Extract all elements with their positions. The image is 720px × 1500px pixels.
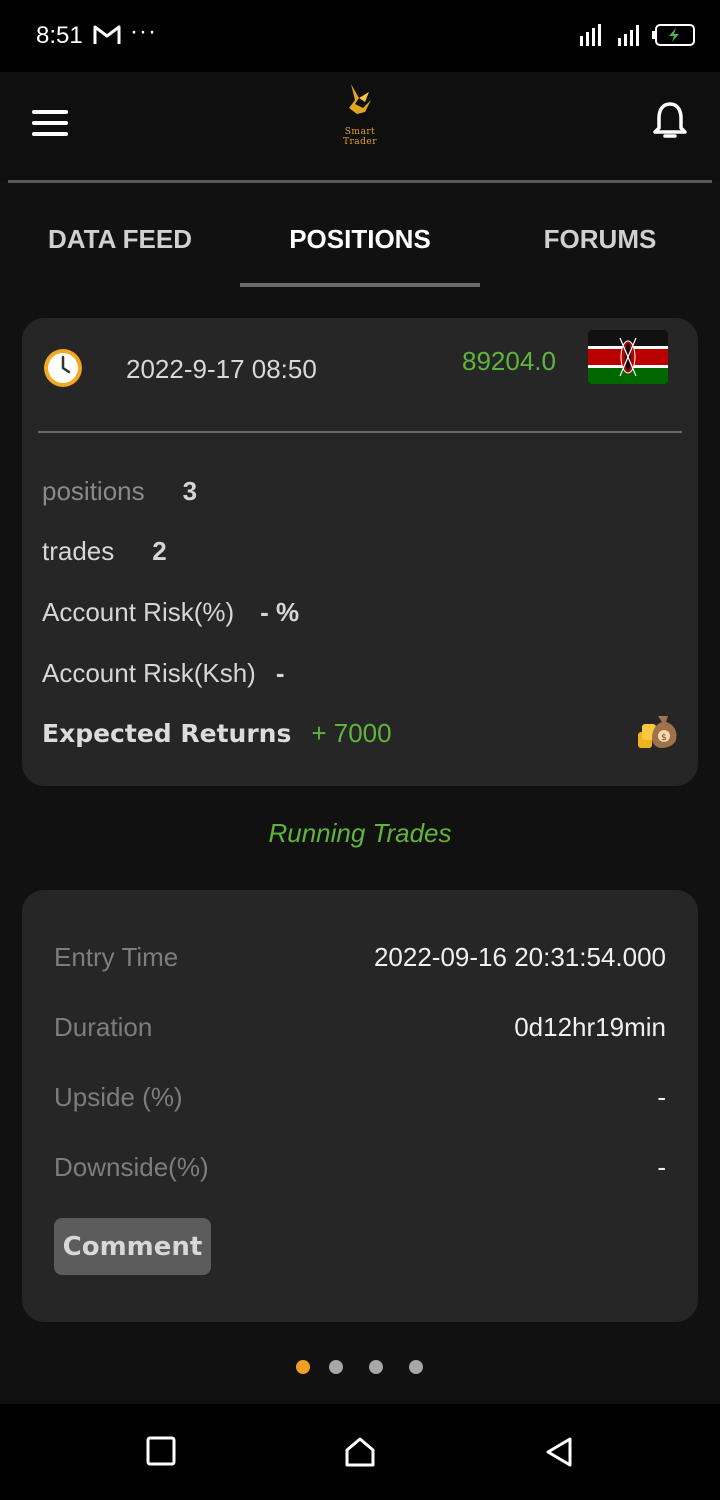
- signal-icon-2: [618, 25, 639, 46]
- summary-datetime: 2022-9-17 08:50: [126, 354, 317, 384]
- signal-icon: [580, 24, 601, 46]
- status-bar: 8:51 ···: [0, 0, 720, 72]
- tab-bar: DATA FEED POSITIONS FORUMS: [0, 200, 720, 290]
- clock-icon: [42, 347, 84, 394]
- more-notifications-icon: ···: [130, 18, 157, 45]
- account-risk-pct-value: - %: [260, 597, 300, 627]
- account-risk-ksh-row: Account Risk(Ksh) -: [42, 658, 285, 689]
- upside-label: Upside (%): [54, 1082, 183, 1112]
- gmail-icon: [92, 24, 122, 51]
- duration-label: Duration: [54, 1012, 153, 1042]
- trades-label: trades: [42, 536, 115, 566]
- comment-button[interactable]: Comment: [54, 1218, 211, 1275]
- page-dot-2[interactable]: [329, 1360, 343, 1374]
- logo-bird-icon: [349, 84, 371, 114]
- account-balance: 89204.0: [462, 346, 556, 376]
- home-icon[interactable]: [344, 1436, 376, 1473]
- status-time: 8:51: [36, 22, 83, 49]
- page-dot-4[interactable]: [409, 1360, 423, 1374]
- account-risk-ksh-value: -: [275, 658, 285, 688]
- battery-icon: [652, 24, 695, 46]
- positions-label: positions: [42, 476, 145, 506]
- positions-row: positions 3: [42, 476, 197, 507]
- back-triangle-icon[interactable]: [544, 1436, 574, 1473]
- duration-row: Duration 0d12hr19min: [54, 1012, 666, 1043]
- page-dot-3[interactable]: [369, 1360, 383, 1374]
- expected-returns-value: + 7000: [311, 718, 392, 748]
- account-summary-card: 2022-9-17 08:50 89204.0 positions 3 trad…: [22, 318, 698, 786]
- tab-data-feed[interactable]: DATA FEED: [0, 224, 240, 255]
- page-dot-1[interactable]: [296, 1360, 310, 1374]
- kenya-flag-icon: [588, 330, 668, 384]
- expected-returns-row: Expected Returns + 7000: [42, 718, 392, 749]
- status-indicators: [578, 22, 696, 48]
- account-risk-pct-row: Account Risk(%) - %: [42, 597, 299, 628]
- system-nav-bar: [0, 1404, 720, 1500]
- account-risk-pct-label: Account Risk(%): [42, 597, 235, 627]
- tab-forums[interactable]: FORUMS: [480, 224, 720, 255]
- money-bag-icon: $: [636, 706, 680, 755]
- menu-icon[interactable]: [32, 110, 68, 136]
- positions-value: 3: [182, 476, 198, 506]
- downside-label: Downside(%): [54, 1152, 209, 1182]
- entry-time-value: 2022-09-16 20:31:54.000: [373, 942, 666, 972]
- summary-divider: [38, 431, 682, 433]
- svg-text:$: $: [661, 733, 667, 743]
- downside-value: -: [657, 1152, 666, 1182]
- app-logo: Smart Trader: [328, 82, 392, 147]
- running-trade-card: Entry Time 2022-09-16 20:31:54.000 Durat…: [22, 890, 698, 1322]
- upside-row: Upside (%) -: [54, 1082, 666, 1113]
- expected-returns-label: Expected Returns: [42, 719, 292, 748]
- duration-value: 0d12hr19min: [514, 1012, 666, 1042]
- trades-value: 2: [152, 536, 167, 566]
- tab-positions[interactable]: POSITIONS: [240, 224, 480, 255]
- account-risk-ksh-label: Account Risk(Ksh): [42, 658, 256, 688]
- entry-time-row: Entry Time 2022-09-16 20:31:54.000: [54, 942, 666, 973]
- notification-bell-icon[interactable]: [652, 100, 688, 147]
- downside-row: Downside(%) -: [54, 1152, 666, 1183]
- app-bar: Smart Trader: [0, 72, 720, 182]
- entry-time-label: Entry Time: [54, 942, 179, 972]
- running-trades-heading: Running Trades: [268, 818, 452, 848]
- recents-square-icon[interactable]: [146, 1436, 176, 1471]
- header-divider: [8, 180, 712, 183]
- logo-text: Smart Trader: [342, 127, 378, 147]
- upside-value: -: [657, 1082, 666, 1112]
- trades-row: trades 2: [42, 536, 167, 567]
- active-tab-indicator: [240, 283, 480, 287]
